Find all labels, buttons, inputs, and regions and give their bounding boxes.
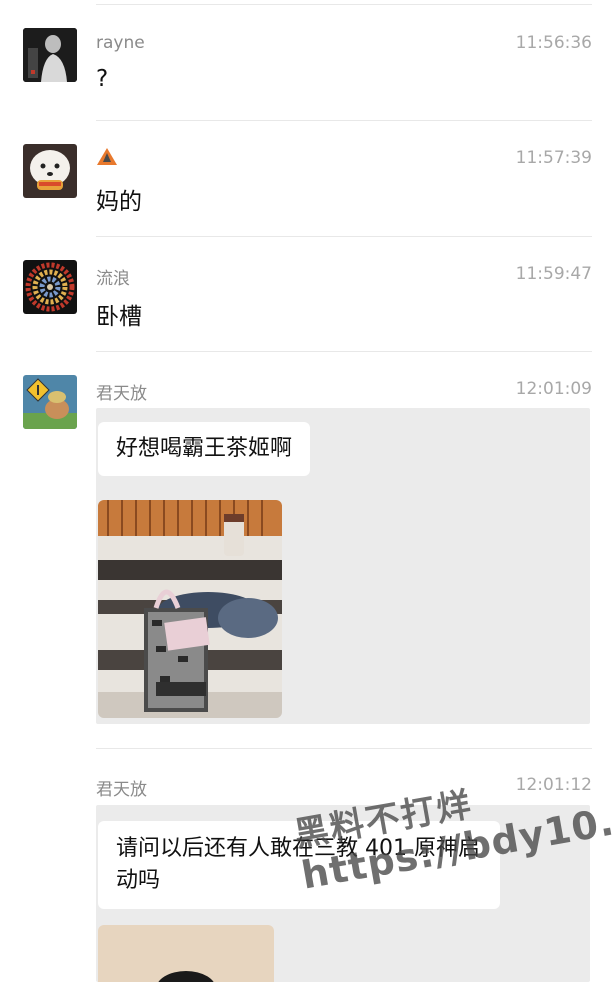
- quoted-message-box: 请问以后还有人敢在三教 401 原神启动吗: [96, 805, 590, 982]
- quoted-text-bubble[interactable]: 好想喝霸王茶姬啊: [98, 422, 311, 476]
- divider: [96, 120, 592, 121]
- avatar[interactable]: [23, 144, 77, 198]
- message-time: 11:57:39: [515, 148, 592, 168]
- divider: [96, 236, 592, 237]
- quoted-text-bubble[interactable]: 请问以后还有人敢在三教 401 原神启动吗: [98, 821, 500, 909]
- photo-icon: [98, 925, 274, 982]
- divider: [96, 4, 592, 5]
- cartoon-sign-avatar-icon: [23, 375, 77, 429]
- avatar[interactable]: [23, 375, 77, 429]
- dark-person-avatar-icon: [23, 28, 77, 82]
- person-photo[interactable]: [98, 925, 274, 982]
- divider: [96, 748, 592, 749]
- message-time: 12:01:09: [515, 379, 592, 399]
- message-time: 11:59:47: [515, 264, 592, 284]
- message-time: 12:01:12: [515, 775, 592, 795]
- message-text: 妈的: [96, 189, 142, 215]
- sender-name: 君天放: [96, 384, 147, 404]
- divider: [96, 351, 592, 352]
- sender-name: 君天放: [96, 780, 147, 800]
- sender-name: 流浪: [96, 269, 130, 289]
- avatar[interactable]: [23, 28, 77, 82]
- message-text: ?: [96, 66, 109, 92]
- message-time: 11:56:36: [515, 33, 592, 53]
- quoted-message-box: 好想喝霸王茶姬啊: [96, 408, 590, 724]
- white-dog-avatar-icon: [23, 144, 77, 198]
- colorful-dots-avatar-icon: [23, 260, 77, 314]
- photo-icon: [98, 500, 282, 718]
- orange-triangle-icon: [96, 147, 118, 167]
- message-text: 卧槽: [96, 304, 142, 330]
- avatar[interactable]: [23, 260, 77, 314]
- bag-on-counter-photo[interactable]: [98, 500, 282, 718]
- sender-name: rayne: [96, 33, 145, 53]
